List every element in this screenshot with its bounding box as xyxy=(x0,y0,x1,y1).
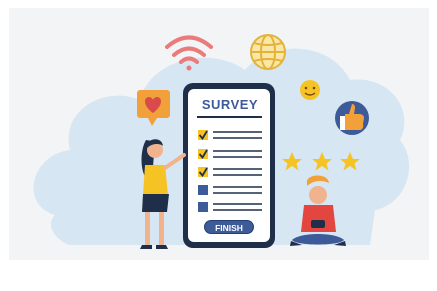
finish-button[interactable]: FINISH xyxy=(204,220,254,234)
checkbox-icon xyxy=(198,202,208,212)
survey-title: SURVEY xyxy=(201,97,259,112)
illustration-frame: SURVEY FINISH xyxy=(0,0,437,291)
survey-illustration xyxy=(33,34,410,249)
thumbs-up-icon xyxy=(335,101,369,135)
checkbox-icon xyxy=(198,185,208,195)
globe-icon xyxy=(250,34,286,70)
smiley-icon xyxy=(300,80,320,100)
